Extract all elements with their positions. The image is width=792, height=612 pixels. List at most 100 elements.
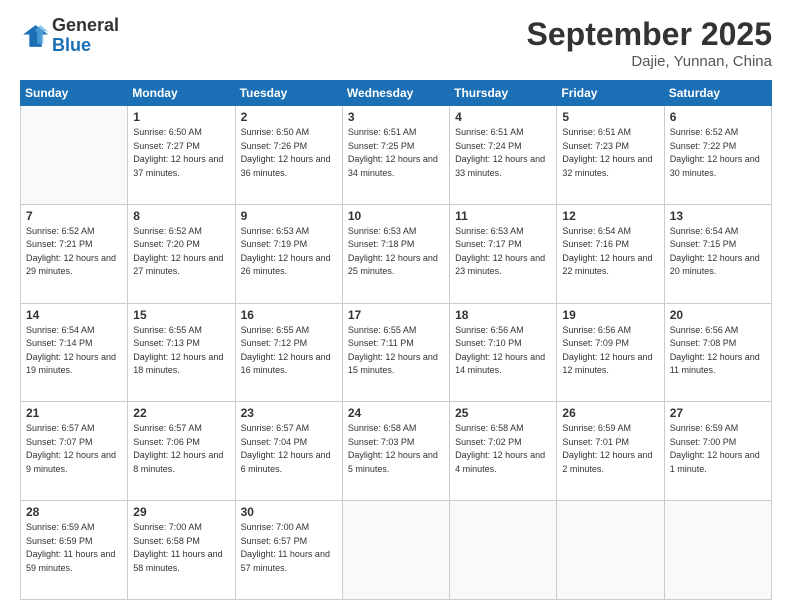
day-info: Sunrise: 6:57 AMSunset: 7:06 PMDaylight:…	[133, 422, 229, 476]
day-info: Sunrise: 6:53 AMSunset: 7:17 PMDaylight:…	[455, 225, 551, 279]
calendar-day-cell: 9 Sunrise: 6:53 AMSunset: 7:19 PMDaylight…	[235, 204, 342, 303]
day-number: 24	[348, 406, 444, 420]
day-number: 9	[241, 209, 337, 223]
day-info: Sunrise: 6:52 AMSunset: 7:21 PMDaylight:…	[26, 225, 122, 279]
day-info: Sunrise: 6:59 AMSunset: 6:59 PMDaylight:…	[26, 521, 122, 575]
title-area: September 2025 Dajie, Yunnan, China	[527, 16, 772, 70]
day-info: Sunrise: 6:56 AMSunset: 7:09 PMDaylight:…	[562, 324, 658, 378]
calendar-day-cell: 6 Sunrise: 6:52 AMSunset: 7:22 PMDaylight…	[664, 106, 771, 205]
day-number: 22	[133, 406, 229, 420]
day-number: 23	[241, 406, 337, 420]
logo-text: General Blue	[52, 16, 119, 56]
calendar-day-cell: 26 Sunrise: 6:59 AMSunset: 7:01 PMDayligh…	[557, 402, 664, 501]
day-info: Sunrise: 6:55 AMSunset: 7:11 PMDaylight:…	[348, 324, 444, 378]
month-title: September 2025	[527, 16, 772, 53]
day-number: 29	[133, 505, 229, 519]
day-of-week-header: Sunday	[21, 81, 128, 106]
day-number: 25	[455, 406, 551, 420]
day-number: 6	[670, 110, 766, 124]
day-number: 16	[241, 308, 337, 322]
day-info: Sunrise: 6:51 AMSunset: 7:25 PMDaylight:…	[348, 126, 444, 180]
calendar-day-cell: 25 Sunrise: 6:58 AMSunset: 7:02 PMDayligh…	[450, 402, 557, 501]
day-info: Sunrise: 6:50 AMSunset: 7:26 PMDaylight:…	[241, 126, 337, 180]
calendar-week-row: 28Sunrise: 6:59 AMSunset: 6:59 PMDayligh…	[21, 501, 772, 600]
day-info: Sunrise: 6:50 AMSunset: 7:27 PMDaylight:…	[133, 126, 229, 180]
calendar-day-cell: 30Sunrise: 7:00 AMSunset: 6:57 PMDayligh…	[235, 501, 342, 600]
location: Dajie, Yunnan, China	[527, 53, 772, 70]
day-info: Sunrise: 6:53 AMSunset: 7:19 PMDaylight:…	[241, 225, 337, 279]
calendar-day-cell: 3 Sunrise: 6:51 AMSunset: 7:25 PMDaylight…	[342, 106, 449, 205]
day-number: 14	[26, 308, 122, 322]
day-number: 20	[670, 308, 766, 322]
calendar-day-cell	[557, 501, 664, 600]
calendar-week-row: 21 Sunrise: 6:57 AMSunset: 7:07 PMDayligh…	[21, 402, 772, 501]
day-info: Sunrise: 6:52 AMSunset: 7:22 PMDaylight:…	[670, 126, 766, 180]
calendar-day-cell	[664, 501, 771, 600]
day-number: 5	[562, 110, 658, 124]
calendar-header-row: SundayMondayTuesdayWednesdayThursdayFrid…	[21, 81, 772, 106]
day-number: 1	[133, 110, 229, 124]
day-of-week-header: Wednesday	[342, 81, 449, 106]
calendar-day-cell: 4Sunrise: 6:51 AMSunset: 7:24 PMDaylight…	[450, 106, 557, 205]
day-info: Sunrise: 6:56 AMSunset: 7:08 PMDaylight:…	[670, 324, 766, 378]
day-number: 3	[348, 110, 444, 124]
calendar-day-cell: 5 Sunrise: 6:51 AMSunset: 7:23 PMDaylight…	[557, 106, 664, 205]
calendar-day-cell: 17 Sunrise: 6:55 AMSunset: 7:11 PMDayligh…	[342, 303, 449, 402]
day-info: Sunrise: 6:59 AMSunset: 7:01 PMDaylight:…	[562, 422, 658, 476]
day-info: Sunrise: 6:57 AMSunset: 7:04 PMDaylight:…	[241, 422, 337, 476]
day-info: Sunrise: 6:52 AMSunset: 7:20 PMDaylight:…	[133, 225, 229, 279]
day-info: Sunrise: 6:54 AMSunset: 7:14 PMDaylight:…	[26, 324, 122, 378]
calendar-day-cell: 29 Sunrise: 7:00 AMSunset: 6:58 PMDayligh…	[128, 501, 235, 600]
calendar-week-row: 7 Sunrise: 6:52 AMSunset: 7:21 PMDaylight…	[21, 204, 772, 303]
day-of-week-header: Tuesday	[235, 81, 342, 106]
day-number: 19	[562, 308, 658, 322]
day-info: Sunrise: 7:00 AMSunset: 6:57 PMDaylight:…	[241, 521, 337, 575]
day-info: Sunrise: 7:00 AMSunset: 6:58 PMDaylight:…	[133, 521, 229, 575]
day-info: Sunrise: 6:55 AMSunset: 7:12 PMDaylight:…	[241, 324, 337, 378]
day-of-week-header: Thursday	[450, 81, 557, 106]
day-number: 7	[26, 209, 122, 223]
calendar-day-cell: 11 Sunrise: 6:53 AMSunset: 7:17 PMDayligh…	[450, 204, 557, 303]
day-number: 15	[133, 308, 229, 322]
calendar-day-cell: 19 Sunrise: 6:56 AMSunset: 7:09 PMDayligh…	[557, 303, 664, 402]
day-number: 17	[348, 308, 444, 322]
calendar-day-cell	[342, 501, 449, 600]
calendar-day-cell: 22 Sunrise: 6:57 AMSunset: 7:06 PMDayligh…	[128, 402, 235, 501]
day-info: Sunrise: 6:58 AMSunset: 7:02 PMDaylight:…	[455, 422, 551, 476]
day-number: 8	[133, 209, 229, 223]
calendar-day-cell	[450, 501, 557, 600]
calendar-day-cell: 24Sunrise: 6:58 AMSunset: 7:03 PMDayligh…	[342, 402, 449, 501]
calendar-day-cell: 18Sunrise: 6:56 AMSunset: 7:10 PMDayligh…	[450, 303, 557, 402]
day-number: 2	[241, 110, 337, 124]
day-info: Sunrise: 6:51 AMSunset: 7:23 PMDaylight:…	[562, 126, 658, 180]
day-of-week-header: Saturday	[664, 81, 771, 106]
calendar-day-cell: 1 Sunrise: 6:50 AMSunset: 7:27 PMDaylight…	[128, 106, 235, 205]
calendar-week-row: 1 Sunrise: 6:50 AMSunset: 7:27 PMDaylight…	[21, 106, 772, 205]
calendar-day-cell: 21 Sunrise: 6:57 AMSunset: 7:07 PMDayligh…	[21, 402, 128, 501]
day-number: 11	[455, 209, 551, 223]
calendar-day-cell: 23 Sunrise: 6:57 AMSunset: 7:04 PMDayligh…	[235, 402, 342, 501]
calendar-day-cell: 20 Sunrise: 6:56 AMSunset: 7:08 PMDayligh…	[664, 303, 771, 402]
day-number: 10	[348, 209, 444, 223]
day-number: 26	[562, 406, 658, 420]
calendar-day-cell: 10Sunrise: 6:53 AMSunset: 7:18 PMDayligh…	[342, 204, 449, 303]
calendar-day-cell: 7 Sunrise: 6:52 AMSunset: 7:21 PMDaylight…	[21, 204, 128, 303]
day-info: Sunrise: 6:54 AMSunset: 7:15 PMDaylight:…	[670, 225, 766, 279]
day-number: 13	[670, 209, 766, 223]
day-number: 12	[562, 209, 658, 223]
calendar-table: SundayMondayTuesdayWednesdayThursdayFrid…	[20, 80, 772, 600]
day-number: 4	[455, 110, 551, 124]
calendar-day-cell: 12 Sunrise: 6:54 AMSunset: 7:16 PMDayligh…	[557, 204, 664, 303]
logo: General Blue	[20, 16, 119, 56]
calendar-day-cell: 15Sunrise: 6:55 AMSunset: 7:13 PMDayligh…	[128, 303, 235, 402]
calendar-day-cell	[21, 106, 128, 205]
day-info: Sunrise: 6:59 AMSunset: 7:00 PMDaylight:…	[670, 422, 766, 476]
day-number: 21	[26, 406, 122, 420]
calendar-day-cell: 2 Sunrise: 6:50 AMSunset: 7:26 PMDaylight…	[235, 106, 342, 205]
calendar-day-cell: 27Sunrise: 6:59 AMSunset: 7:00 PMDayligh…	[664, 402, 771, 501]
day-info: Sunrise: 6:54 AMSunset: 7:16 PMDaylight:…	[562, 225, 658, 279]
day-info: Sunrise: 6:57 AMSunset: 7:07 PMDaylight:…	[26, 422, 122, 476]
logo-general: General	[52, 15, 119, 35]
calendar-day-cell: 28Sunrise: 6:59 AMSunset: 6:59 PMDayligh…	[21, 501, 128, 600]
calendar-day-cell: 14 Sunrise: 6:54 AMSunset: 7:14 PMDayligh…	[21, 303, 128, 402]
